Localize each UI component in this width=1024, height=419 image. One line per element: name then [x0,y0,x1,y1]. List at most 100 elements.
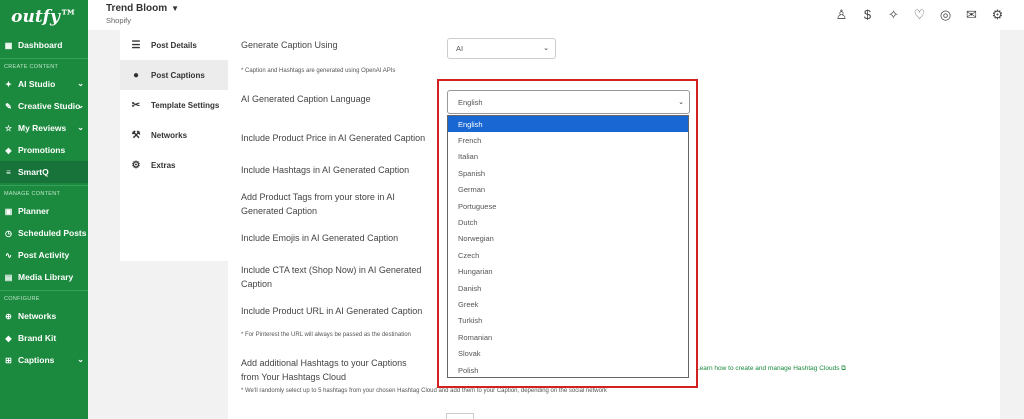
settings-tabs: ☰ Post Details ● Post Captions ✂ Template S… [120,30,228,261]
language-option[interactable]: Dutch [448,214,688,230]
tab-extras[interactable]: ⚙ Extras [120,150,228,180]
add-tags-label-line2: Generated Caption [241,206,318,216]
support-icon[interactable]: ◎ [937,6,954,23]
gear-icon: ⚙ [131,159,141,171]
language-label: AI Generated Caption Language [241,94,371,104]
sidebar-item-post-activity[interactable]: ∿ Post Activity [0,244,88,266]
chevron-down-icon: ⌄ [77,101,84,110]
include-cta-label-line1: Include CTA text (Shop Now) in AI Genera… [241,265,422,275]
outfy-logo[interactable]: outfy™ [0,0,88,34]
sidebar-item-label: Post Activity [18,250,70,260]
sidebar-item-label: My Reviews [18,123,67,133]
chevron-down-icon: ⌄ [678,99,684,106]
sidebar-item-networks[interactable]: ⊕ Networks [0,305,88,327]
tab-label: Template Settings [151,100,220,110]
sidebar-item-label: Captions [18,355,55,365]
language-option[interactable]: Czech [448,247,688,263]
ai-head-icon: ● [132,69,140,81]
sidebar-item-planner[interactable]: ▣ Planner [0,200,88,222]
hashtag-link-text: Learn how to create and manage Hashtag C… [696,365,840,372]
billing-icon[interactable]: $ [859,6,876,23]
caption-language-select[interactable]: English ⌄ [447,90,690,114]
language-option[interactable]: Hungarian [448,264,688,280]
language-option[interactable]: Spanish [448,165,688,181]
mail-icon[interactable]: ✉ [963,6,980,23]
tab-post-captions[interactable]: ● Post Captions [120,60,228,90]
section-manage-content: MANAGE CONTENT [4,191,61,197]
include-url-label: Include Product URL in AI Generated Capt… [241,306,423,316]
language-option[interactable]: Romanian [448,329,688,345]
tab-post-details[interactable]: ☰ Post Details [120,30,228,60]
store-switcher[interactable]: Trend Bloom ▼ [106,3,179,14]
sidebar: outfy™ ▦ Dashboard CREATE CONTENT ✦ AI Stu… [0,0,88,419]
language-option[interactable]: Norwegian [448,231,688,247]
store-name: Trend Bloom [106,3,168,14]
sidebar-item-label: Scheduled Posts [18,228,87,238]
language-option[interactable]: Polish [448,362,688,378]
magic-icon[interactable]: ✧ [885,6,902,23]
dashboard-icon: ▦ [4,40,13,50]
language-option[interactable]: Slovak [448,345,688,361]
language-option[interactable]: Portuguese [448,198,688,214]
handshake-icon[interactable]: ♡ [911,6,928,23]
tab-template-settings[interactable]: ✂ Template Settings [120,90,228,120]
clock-icon: ◷ [5,228,12,238]
language-option[interactable]: German [448,182,688,198]
queue-icon: ≡ [6,167,11,177]
chevron-down-icon: ⌄ [77,355,84,364]
top-icons: ♙ $ ✧ ♡ ◎ ✉ ⚙ [833,6,1006,23]
generate-caption-value: AI [456,44,464,53]
tab-networks[interactable]: ⚒ Networks [120,120,228,150]
add-tags-label-line1: Add Product Tags from your store in AI [241,192,395,202]
media-icon: ▤ [4,272,13,282]
sidebar-item-dashboard[interactable]: ▦ Dashboard [0,34,88,56]
tab-label: Post Captions [151,70,205,80]
section-create-content: CREATE CONTENT [4,64,59,70]
sidebar-item-label: Creative Studio [18,101,81,111]
chevron-down-icon: ⌄ [77,123,84,132]
sidebar-item-label: Planner [18,206,50,216]
sidebar-item-creative-studio[interactable]: ✎ Creative Studio ⌄ [0,95,88,117]
language-option[interactable]: English [448,116,688,133]
language-option[interactable]: French [448,132,688,148]
divider [0,290,88,291]
captions-icon: ⊞ [5,355,12,365]
sidebar-item-label: Promotions [18,145,66,155]
sidebar-item-brand-kit[interactable]: ◆ Brand Kit [0,327,88,349]
sidebar-item-ai-studio[interactable]: ✦ AI Studio ⌄ [0,73,88,95]
tools-icon: ✂ [131,99,141,111]
caption-language-value: English [458,97,483,107]
openai-note: * Caption and Hashtags are generated usi… [241,68,396,74]
sidebar-item-label: AI Studio [18,79,56,89]
palette-icon: ✎ [5,101,12,111]
generate-caption-select[interactable]: AI ⌄ [447,38,556,59]
language-option[interactable]: Danish [448,280,688,296]
chevron-down-icon: ⌄ [543,45,549,52]
brand-icon: ◆ [5,333,12,343]
sidebar-item-my-reviews[interactable]: ☆ My Reviews ⌄ [0,117,88,139]
sidebar-item-smartq[interactable]: ≡ SmartQ [0,161,88,183]
pinterest-note: * For Pinterest the URL will always be p… [241,332,411,338]
calendar-icon: ▣ [4,206,13,216]
hashtag-cloud-note: * We'll randomly select up to 5 hashtags… [241,388,607,394]
top-bar: Trend Bloom ▼ Shopify ♙ $ ✧ ♡ ◎ ✉ ⚙ [88,0,1024,30]
divider [0,185,88,186]
store-platform: Shopify [106,16,132,25]
sidebar-item-captions[interactable]: ⊞ Captions ⌄ [0,349,88,371]
sidebar-item-label: SmartQ [18,167,49,177]
sidebar-item-label: Media Library [18,272,74,282]
hashtag-cloud-help-link[interactable]: Learn how to create and manage Hashtag C… [696,365,846,373]
settings-icon[interactable]: ⚙ [989,6,1006,23]
sidebar-item-promotions[interactable]: ◈ Promotions [0,139,88,161]
input-stub[interactable] [446,413,474,419]
promotions-icon: ◈ [5,145,12,155]
generate-caption-label: Generate Caption Using [241,40,338,50]
section-configure: CONFIGURE [4,296,40,302]
language-option[interactable]: Turkish [448,313,688,329]
sidebar-item-scheduled-posts[interactable]: ◷ Scheduled Posts [0,222,88,244]
sidebar-item-media-library[interactable]: ▤ Media Library [0,266,88,288]
language-option[interactable]: Italian [448,149,688,165]
language-option[interactable]: Greek [448,296,688,312]
user-icon[interactable]: ♙ [833,6,850,23]
activity-icon: ∿ [5,250,12,260]
